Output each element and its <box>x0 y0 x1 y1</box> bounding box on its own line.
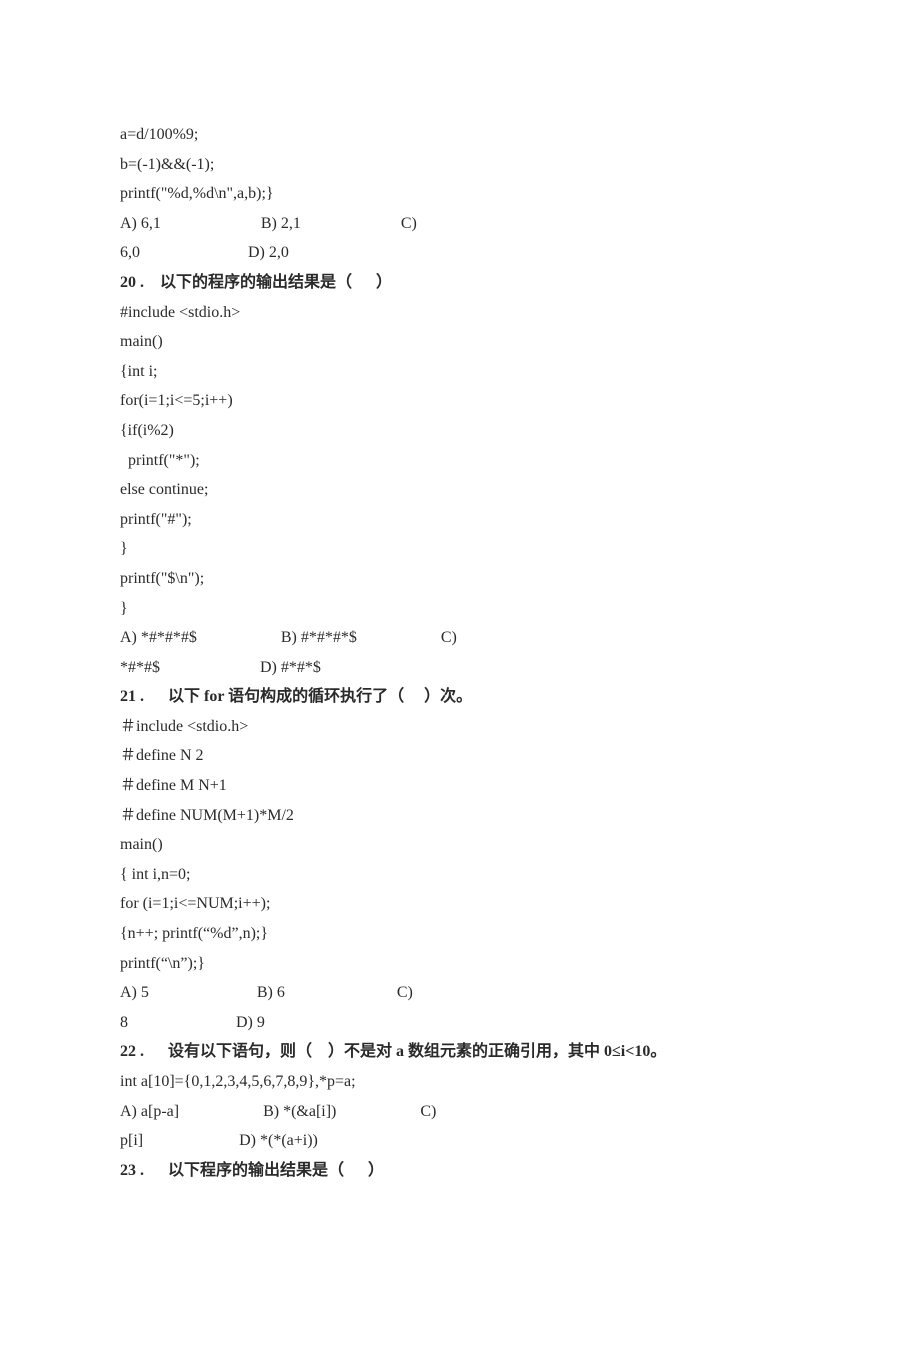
question-heading-20: 20 . 以下的程序的输出结果是（ ） <box>120 268 810 298</box>
option-line: *#*#$ D) #*#*$ <box>120 653 810 683</box>
option-line: p[i] D) *(*(a+i)) <box>120 1126 810 1156</box>
option-line: A) 6,1 B) 2,1 C) <box>120 209 810 239</box>
question-heading-22: 22 . 设有以下语句，则（ ）不是对 a 数组元素的正确引用，其中 0≤i<1… <box>120 1037 810 1067</box>
code-line: ＃define NUM(M+1)*M/2 <box>120 801 810 831</box>
code-line: b=(-1)&&(-1); <box>120 150 810 180</box>
option-line: A) a[p-a] B) *(&a[i]) C) <box>120 1097 810 1127</box>
code-line: else continue; <box>120 475 810 505</box>
code-line: {n++; printf(“%d”,n);} <box>120 919 810 949</box>
code-line: } <box>120 594 810 624</box>
code-line: ＃include <stdio.h> <box>120 712 810 742</box>
code-line: ＃define N 2 <box>120 741 810 771</box>
code-line: for (i=1;i<=NUM;i++); <box>120 889 810 919</box>
code-line: main() <box>120 327 810 357</box>
code-line: printf("*"); <box>120 446 810 476</box>
code-line: #include <stdio.h> <box>120 298 810 328</box>
option-line: 6,0 D) 2,0 <box>120 238 810 268</box>
code-line: printf(“\n”);} <box>120 949 810 979</box>
code-line: printf("$\n"); <box>120 564 810 594</box>
code-line: main() <box>120 830 810 860</box>
code-line: int a[10]={0,1,2,3,4,5,6,7,8,9},*p=a; <box>120 1067 810 1097</box>
code-line: {int i; <box>120 357 810 387</box>
code-line: ＃define M N+1 <box>120 771 810 801</box>
code-line: for(i=1;i<=5;i++) <box>120 386 810 416</box>
question-heading-21: 21 . 以下 for 语句构成的循环执行了（ ）次。 <box>120 682 810 712</box>
code-line: {if(i%2) <box>120 416 810 446</box>
code-line: printf("%d,%d\n",a,b);} <box>120 179 810 209</box>
code-line: printf("#"); <box>120 505 810 535</box>
option-line: A) 5 B) 6 C) <box>120 978 810 1008</box>
code-line: a=d/100%9; <box>120 120 810 150</box>
code-line: { int i,n=0; <box>120 860 810 890</box>
option-line: 8 D) 9 <box>120 1008 810 1038</box>
code-line: } <box>120 534 810 564</box>
option-line: A) *#*#*#$ B) #*#*#*$ C) <box>120 623 810 653</box>
document-page: a=d/100%9; b=(-1)&&(-1); printf("%d,%d\n… <box>0 0 920 1345</box>
question-heading-23: 23 . 以下程序的输出结果是（ ） <box>120 1156 810 1186</box>
